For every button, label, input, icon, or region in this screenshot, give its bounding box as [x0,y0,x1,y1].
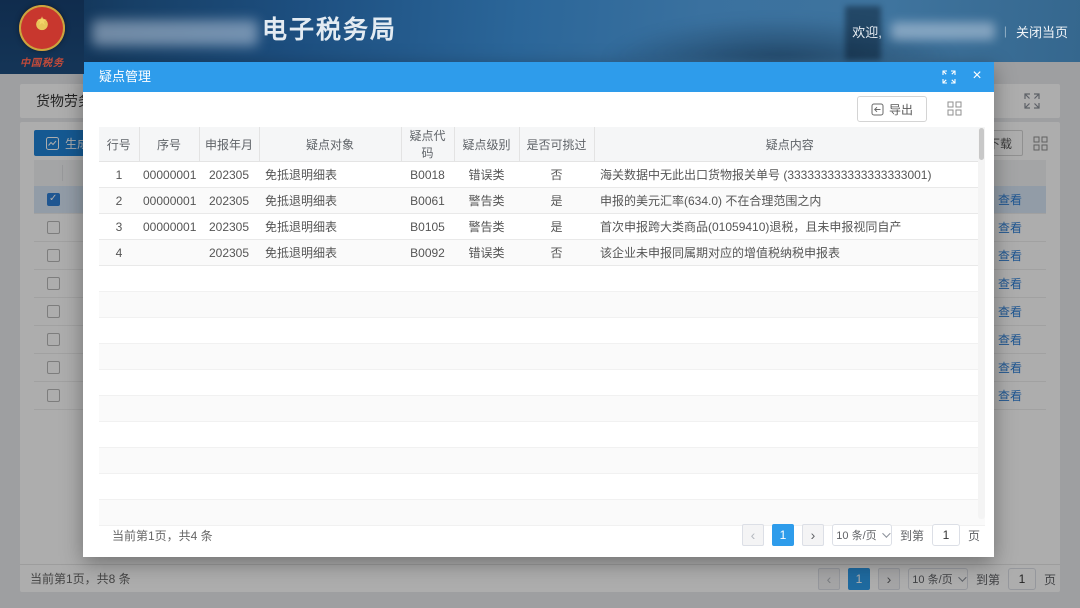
table-cell [139,240,199,266]
chevron-down-icon [882,529,890,537]
table-cell: 1 [99,162,139,188]
empty-row [99,448,985,474]
table-cell: 否 [519,162,594,188]
export-label: 导出 [889,101,913,118]
brand-title: 电子税务局 [262,0,397,62]
column-settings-icon[interactable] [947,101,962,116]
table-cell: 00000001 [139,214,199,240]
col-doubt-code: 疑点代码 [401,127,454,162]
table-cell: 是 [519,214,594,240]
empty-row [99,292,985,318]
logo-caption: 中国税务 [0,54,84,69]
col-doubt-level: 疑点级别 [454,127,519,162]
table-cell: 首次申报跨大类商品(01059410)退税，且未申报视同自产 [594,214,985,240]
tax-bureau-logo: ★ 中国税务 [0,0,84,74]
table-cell: 免抵退明细表 [259,188,401,214]
table-cell: 警告类 [454,214,519,240]
next-page-button[interactable] [802,524,824,546]
table-cell: B0092 [401,240,454,266]
empty-row [99,318,985,344]
goto-page-input[interactable] [932,524,960,546]
table-header-row: 行号 序号 申报年月 疑点对象 疑点代码 疑点级别 是否可挑过 疑点内容 [99,127,985,162]
table-cell: B0061 [401,188,454,214]
maximize-icon[interactable] [942,70,956,84]
close-icon[interactable] [970,69,984,83]
goto-page-prefix: 到第 [900,527,924,544]
table-cell: 申报的美元汇率(634.0) 不在合理范围之内 [594,188,985,214]
page-size-value: 10 条/页 [836,527,876,543]
scrollbar-thumb[interactable] [979,128,984,160]
empty-row [99,474,985,500]
table-cell: 202305 [199,188,259,214]
table-cell: 2 [99,188,139,214]
table-cell: B0018 [401,162,454,188]
table-cell: 否 [519,240,594,266]
col-skippable: 是否可挑过 [519,127,594,162]
table-cell: 202305 [199,240,259,266]
screen: 电子税务局 欢迎, | 关闭当页 ★ 中国税务 货物劳务及退税申报 生成申报表 [0,0,1080,608]
table-cell: 免抵退明细表 [259,240,401,266]
emblem-star-icon: ★ [19,14,65,28]
empty-row [99,396,985,422]
empty-row [99,370,985,396]
welcome-label: 欢迎, [852,22,882,41]
prev-page-button[interactable] [742,524,764,546]
table-cell: 00000001 [139,162,199,188]
empty-row [99,422,985,448]
modal-title-bar: 疑点管理 [83,62,994,92]
redacted-bureau-name [92,20,258,46]
doubt-management-modal: 疑点管理 导出 行号 序号 申报 [83,62,994,557]
table-cell: 免抵退明细表 [259,162,401,188]
export-button[interactable]: 导出 [857,96,927,122]
modal-title: 疑点管理 [99,62,151,92]
modal-pagination: 1 10 条/页 到第 页 [742,524,980,546]
goto-page-suffix: 页 [968,527,980,544]
app-header: 电子税务局 欢迎, | 关闭当页 [0,0,1080,62]
current-page-button[interactable]: 1 [772,524,794,546]
table-cell: 该企业未申报同属期对应的增值税纳税申报表 [594,240,985,266]
table-cell: 警告类 [454,188,519,214]
empty-row [99,344,985,370]
table-cell: 4 [99,240,139,266]
header-divider: | [1004,24,1007,38]
doubt-table: 行号 序号 申报年月 疑点对象 疑点代码 疑点级别 是否可挑过 疑点内容 100… [99,127,985,526]
table-cell: 202305 [199,162,259,188]
table-cell: B0105 [401,214,454,240]
modal-toolbar: 导出 [83,92,994,126]
col-doubt-object: 疑点对象 [259,127,401,162]
record-count-status: 当前第1页，共4 条 [112,527,213,544]
empty-row [99,266,985,292]
table-cell: 202305 [199,214,259,240]
table-cell: 海关数据中无此出口货物报关单号 (333333333333333333001) [594,162,985,188]
redacted-user-name [891,22,995,40]
table-row: 100000001202305免抵退明细表B0018错误类否海关数据中无此出口货… [99,162,985,188]
table-cell: 错误类 [454,162,519,188]
table-row: 4 202305免抵退明细表B0092错误类否该企业未申报同属期对应的增值税纳税申… [99,240,985,266]
col-serial-number: 序号 [139,127,199,162]
table-cell: 3 [99,214,139,240]
table-scrollbar[interactable] [978,127,985,519]
header-user-area: 欢迎, | 关闭当页 [852,0,1068,62]
table-cell: 是 [519,188,594,214]
table-row: 200000001202305免抵退明细表B0061警告类是申报的美元汇率(63… [99,188,985,214]
table-cell: 00000001 [139,188,199,214]
col-declaration-period: 申报年月 [199,127,259,162]
col-row-number: 行号 [99,127,139,162]
table-cell: 错误类 [454,240,519,266]
modal-footer: 当前第1页，共4 条 1 10 条/页 到第 页 [83,519,994,557]
col-doubt-content: 疑点内容 [594,127,985,162]
export-icon [871,103,884,116]
national-emblem-icon: ★ [19,5,65,51]
table-cell: 免抵退明细表 [259,214,401,240]
page-size-select[interactable]: 10 条/页 [832,524,892,546]
close-current-page-link[interactable]: 关闭当页 [1016,22,1068,41]
table-row: 300000001202305免抵退明细表B0105警告类是首次申报跨大类商品(… [99,214,985,240]
